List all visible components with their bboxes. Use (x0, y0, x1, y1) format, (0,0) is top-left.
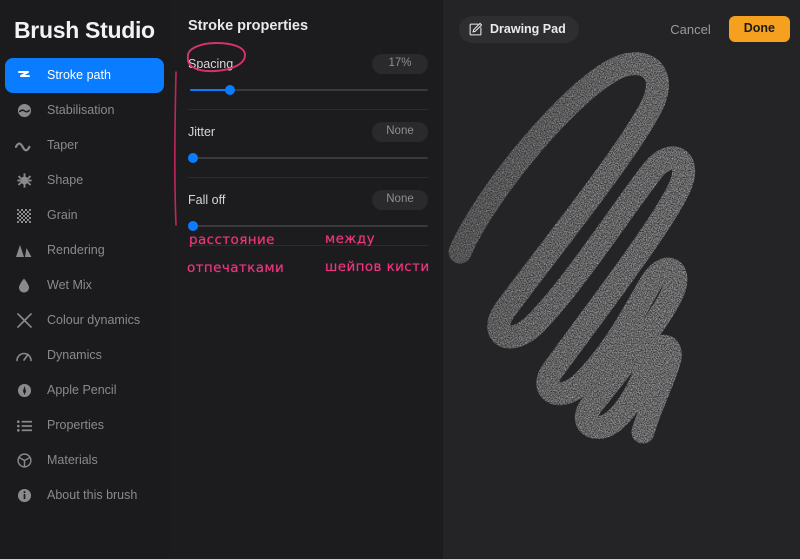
sidebar-item-label: Apple Pencil (47, 383, 117, 398)
sidebar-item-about-this-brush[interactable]: About this brush (5, 478, 164, 513)
slider-header: Spacing 17% (188, 53, 428, 75)
sidebar-item-label: Rendering (47, 243, 105, 258)
slider-row-spacing: Spacing 17% (188, 53, 428, 110)
slider-thumb[interactable] (188, 221, 198, 231)
sidebar-item-label: Materials (47, 453, 98, 468)
drawing-pad-canvas[interactable]: Drawing Pad Cancel Done (443, 0, 800, 559)
about-brush-icon (14, 486, 34, 506)
slider-label: Spacing (188, 57, 234, 71)
sidebar-item-colour-dynamics[interactable]: Colour dynamics (5, 303, 164, 338)
shape-icon (14, 171, 34, 191)
drawing-pad-label: Drawing Pad (490, 22, 566, 36)
slider-value-pill[interactable]: 17% (372, 53, 428, 75)
slider-row-jitter: Jitter None (188, 110, 428, 178)
slider-label: Jitter (188, 125, 216, 139)
stroke-path-icon (14, 66, 34, 86)
cancel-button[interactable]: Cancel (670, 22, 710, 37)
sidebar-item-label: Shape (47, 173, 84, 188)
slider-label: Fall off (188, 193, 226, 207)
slider-header: Jitter None (188, 121, 428, 143)
sidebar-item-label: Grain (47, 208, 78, 223)
slider-row-fall-off: Fall off None (188, 178, 428, 246)
sidebar-item-label: Wet Mix (47, 278, 92, 293)
sidebar-item-dynamics[interactable]: Dynamics (5, 338, 164, 373)
sidebar-item-stroke-path[interactable]: Stroke path (5, 58, 164, 93)
section-title: Stroke properties (188, 18, 309, 34)
slider-value-pill[interactable]: None (372, 121, 428, 143)
sidebar-item-taper[interactable]: Taper (5, 128, 164, 163)
sidebar-item-label: Properties (47, 418, 104, 433)
stabilisation-icon (14, 101, 34, 121)
apple-pencil-icon (14, 381, 34, 401)
slider-track (190, 157, 428, 159)
sidebar-item-grain[interactable]: Grain (5, 198, 164, 233)
spacing-slider[interactable] (188, 84, 428, 96)
sidebar-item-properties[interactable]: Properties (5, 408, 164, 443)
row-divider (188, 245, 428, 246)
sidebar-item-label: Stabilisation (47, 103, 115, 118)
brush-stroke-preview (448, 52, 696, 444)
jitter-slider[interactable] (188, 152, 428, 164)
slider-value-pill[interactable]: None (372, 189, 428, 211)
grain-icon (14, 206, 34, 226)
sidebar-item-label: Colour dynamics (47, 313, 141, 328)
slider-track-fill (190, 89, 229, 91)
compose-icon (469, 22, 483, 36)
sidebar-item-apple-pencil[interactable]: Apple Pencil (5, 373, 164, 408)
wet-mix-icon (14, 276, 34, 296)
sidebar-item-label: About this brush (47, 488, 138, 503)
properties-icon (14, 416, 34, 436)
materials-icon (14, 451, 34, 471)
brush-studio-window: Brush Studio Stroke path Stabilisation T… (0, 0, 800, 559)
sidebar-item-label: Taper (47, 138, 79, 153)
colour-dynamics-icon (14, 311, 34, 331)
slider-header: Fall off None (188, 189, 428, 211)
drawing-pad-button[interactable]: Drawing Pad (459, 15, 579, 43)
sidebar-item-label: Dynamics (47, 348, 102, 363)
slider-thumb[interactable] (188, 153, 198, 163)
sidebar-item-materials[interactable]: Materials (5, 443, 164, 478)
sidebar-nav-list: Stroke path Stabilisation Taper Shape Gr… (0, 58, 170, 513)
taper-icon (14, 136, 34, 156)
sidebar-item-label: Stroke path (47, 68, 111, 83)
done-button[interactable]: Done (728, 16, 790, 42)
sidebar: Brush Studio Stroke path Stabilisation T… (0, 0, 170, 559)
sidebar-item-shape[interactable]: Shape (5, 163, 164, 198)
dynamics-icon (14, 346, 34, 366)
page-title: Brush Studio (14, 17, 155, 43)
slider-track (190, 225, 428, 227)
sidebar-item-stabilisation[interactable]: Stabilisation (5, 93, 164, 128)
slider-thumb[interactable] (225, 85, 235, 95)
sidebar-item-wet-mix[interactable]: Wet Mix (5, 268, 164, 303)
sidebar-item-rendering[interactable]: Rendering (5, 233, 164, 268)
stroke-properties-panel: Stroke properties Spacing 17% Jitter Non… (170, 0, 443, 559)
rendering-icon (14, 241, 34, 261)
falloff-slider[interactable] (188, 220, 428, 232)
